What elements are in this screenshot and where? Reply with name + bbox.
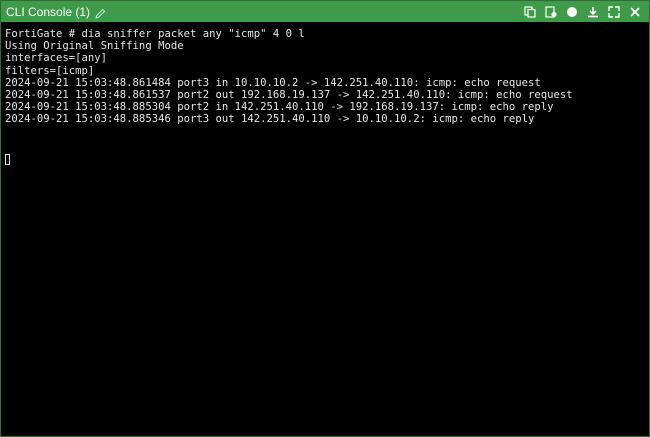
- download-icon[interactable]: [587, 6, 599, 18]
- terminal-line: 2024-09-21 15:03:48.885304 port2 in 142.…: [5, 101, 554, 114]
- window-title: CLI Console (1): [6, 4, 91, 19]
- terminal-output[interactable]: FortiGate # dia sniffer packet any "icmp…: [1, 22, 649, 171]
- terminal-line: 2024-09-21 15:03:48.861537 port2 out 192…: [5, 88, 573, 101]
- record-icon[interactable]: [566, 6, 578, 18]
- terminal-line: interfaces=[any]: [5, 52, 108, 65]
- terminal-line: 2024-09-21 15:03:48.885346 port3 out 142…: [5, 113, 535, 126]
- title-group: CLI Console (1): [6, 5, 106, 19]
- expand-icon[interactable]: [608, 5, 620, 18]
- terminal-cursor[interactable]: [5, 153, 10, 165]
- cli-console-window: CLI Console (1) FortiGate # dia sniffer …: [0, 0, 650, 437]
- clear-icon[interactable]: [545, 5, 557, 18]
- pencil-icon[interactable]: [95, 6, 106, 19]
- titlebar: CLI Console (1): [1, 1, 649, 22]
- terminal-line: FortiGate # dia sniffer packet any "icmp…: [5, 28, 305, 40]
- close-icon[interactable]: [629, 6, 641, 18]
- title-actions: [524, 5, 641, 18]
- terminal-line: 2024-09-21 15:03:48.861484 port3 in 10.1…: [5, 76, 541, 89]
- terminal-line: filters=[icmp]: [5, 64, 95, 77]
- copy-icon[interactable]: [524, 5, 536, 18]
- terminal-line: Using Original Sniffing Mode: [5, 40, 184, 53]
